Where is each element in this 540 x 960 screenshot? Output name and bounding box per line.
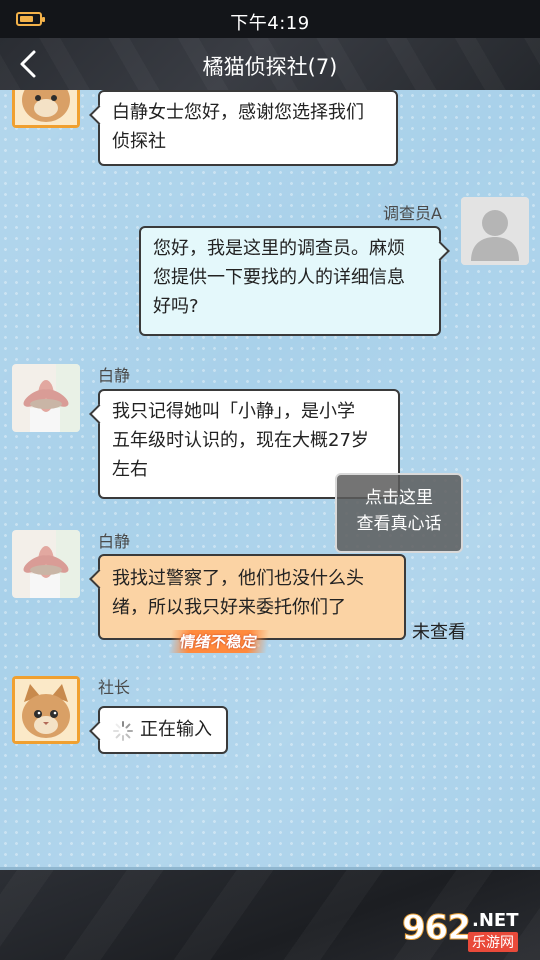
typing-indicator: 正在输入 bbox=[89, 706, 228, 754]
message-bubble[interactable]: 白静女士您好，感谢您选择我们 侦探社 bbox=[89, 90, 398, 166]
message-bubble[interactable]: 您好，我是这里的调查员。麻烦 您提供一下要找的人的详细信息 好吗? bbox=[139, 226, 450, 336]
watermark-site: 乐游网 bbox=[468, 932, 518, 952]
read-status: 未查看 bbox=[412, 622, 466, 643]
status-bar: 下午4:19 bbox=[0, 0, 540, 38]
succulent-plant-avatar[interactable] bbox=[12, 530, 80, 598]
message-line: 我只记得她叫「小静」，是小学 bbox=[112, 401, 355, 422]
emotion-tag: 情绪不稳定 bbox=[168, 630, 270, 653]
chat-header: 橘猫侦探社(7) bbox=[0, 38, 540, 90]
message-line: 您提供一下要找的人的详细信息 bbox=[153, 267, 405, 288]
chat-area[interactable]: 白静女士您好，感谢您选择我们 侦探社 调查员A 您好，我是这里的调查员。麻烦 您… bbox=[0, 90, 540, 870]
bottom-bar: 962 .NET 乐游网 bbox=[0, 870, 540, 960]
message-line: 绪，所以我只好来委托你们了 bbox=[112, 597, 346, 618]
view-true-thoughts-button[interactable]: 点击这里 查看真心话 bbox=[335, 473, 463, 553]
sender-name: 白静 bbox=[98, 366, 131, 385]
message-line: 我找过警察了，他们也没什么头 bbox=[112, 568, 364, 589]
loading-spinner-icon bbox=[113, 721, 133, 741]
default-user-avatar[interactable] bbox=[461, 197, 529, 265]
sender-name: 社长 bbox=[98, 678, 131, 697]
message-line: 您好，我是这里的调查员。麻烦 bbox=[153, 238, 405, 259]
orange-cat-avatar[interactable] bbox=[12, 676, 80, 744]
sender-name: 调查员A bbox=[383, 204, 442, 223]
typing-text: 正在输入 bbox=[140, 719, 212, 740]
watermark-logo: 962 .NET 乐游网 bbox=[402, 908, 532, 956]
message-line: 白静女士您好，感谢您选择我们 bbox=[112, 102, 364, 123]
watermark-number: 962 bbox=[402, 908, 472, 949]
orange-cat-avatar[interactable] bbox=[12, 90, 80, 128]
message-line: 五年级时认识的，现在大概27岁 bbox=[112, 430, 369, 451]
message-line: 好吗? bbox=[153, 296, 199, 317]
succulent-plant-avatar[interactable] bbox=[12, 364, 80, 432]
message-bubble[interactable]: 我找过警察了，他们也没什么头 绪，所以我只好来委托你们了 bbox=[89, 554, 406, 640]
status-time: 下午4:19 bbox=[230, 13, 310, 34]
message-line: 侦探社 bbox=[112, 131, 166, 152]
sender-name: 白静 bbox=[98, 532, 131, 551]
watermark-suffix: .NET bbox=[472, 910, 519, 931]
chat-title: 橘猫侦探社(7) bbox=[202, 55, 338, 79]
hint-line: 查看真心话 bbox=[356, 514, 442, 534]
hint-line: 点击这里 bbox=[365, 488, 433, 508]
